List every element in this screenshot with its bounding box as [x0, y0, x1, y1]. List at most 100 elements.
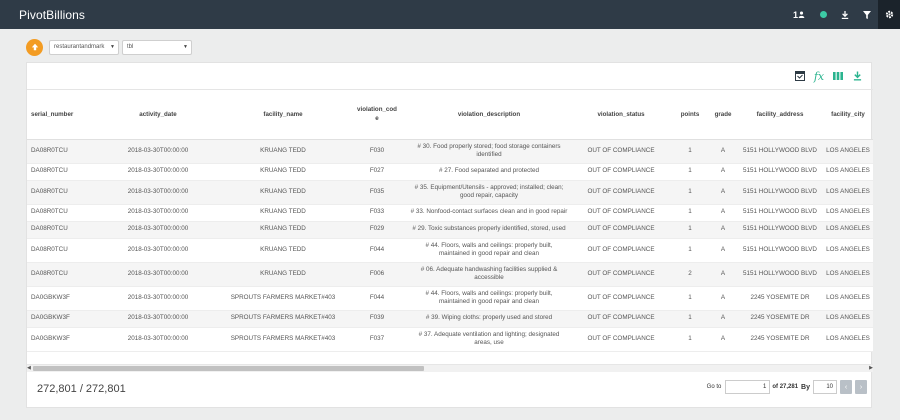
column-header[interactable]: facility_name	[219, 90, 347, 140]
table-cell-violation-description: # 30. Food properly stored; food storage…	[407, 139, 571, 164]
table-cell-facility-address: 5151 HOLLYWOOD BLVD	[737, 139, 823, 164]
table-row[interactable]: DA0GBKW3F 2018-03-30T00:00:00 SPROUTS FARM…	[27, 286, 873, 311]
column-header[interactable]: grade	[709, 90, 737, 140]
table-cell-facility-name: SPROUTS FARMERS MARKET#403	[219, 310, 347, 328]
table-cell-facility-name: KRUANG TEDD	[219, 180, 347, 205]
table-cell-violation-status: OUT OF COMPLIANCE	[571, 310, 671, 328]
table-cell-violation-code: F035	[347, 180, 407, 205]
status-indicator[interactable]	[812, 0, 834, 29]
table-cell-points: 2	[671, 262, 709, 287]
table-cell-facility-city: LOS ANGELES	[823, 139, 873, 164]
table-cell-activity-date: 2018-03-30T00:00:00	[97, 139, 219, 164]
table-cell-violation-status: OUT OF COMPLIANCE	[571, 286, 671, 311]
scrollbar-thumb[interactable]	[33, 366, 424, 371]
column-header[interactable]: facility_address	[737, 90, 823, 140]
export-button[interactable]	[849, 69, 865, 83]
table-cell-grade: A	[709, 221, 737, 239]
table-cell-violation-description: # 29. Toxic substances properly identifi…	[407, 221, 571, 239]
table-cell-facility-address: 5151 HOLLYWOOD BLVD	[737, 204, 823, 222]
scroll-right-icon[interactable]: ▶	[869, 365, 873, 371]
table-cell-activity-date: 2018-03-30T00:00:00	[97, 286, 219, 311]
goto-page-input[interactable]: 1	[725, 380, 771, 394]
table-row[interactable]: DA08R0TCU 2018-03-30T00:00:00 KRUANG TEDD F…	[27, 139, 873, 164]
column-header[interactable]: serial_number	[27, 90, 97, 140]
table-cell-violation-status: OUT OF COMPLIANCE	[571, 262, 671, 287]
table-row[interactable]: DA0GBKW3F 2018-03-30T00:00:00 SPROUTS FARM…	[27, 310, 873, 328]
table-cell-violation-code: F039	[347, 310, 407, 328]
table-cell-points: 1	[671, 327, 709, 352]
table-cell-violation-code: F044	[347, 238, 407, 263]
table-cell-violation-description: # 35. Equipment/Utensils - approved; ins…	[407, 180, 571, 205]
export-download-icon	[853, 71, 861, 81]
table-cell-activity-date: 2018-03-30T00:00:00	[97, 180, 219, 205]
table-cell-facility-city: LOS ANGELES	[823, 163, 873, 181]
table-cell-points: 1	[671, 221, 709, 239]
columns-icon	[833, 72, 843, 80]
table-header-row: serial_number activity_date facility_name v…	[27, 90, 873, 140]
top-navbar: PivotBillions 1	[0, 0, 900, 29]
download-button[interactable]	[834, 0, 856, 29]
table-cell-facility-city: LOS ANGELES	[823, 286, 873, 311]
table-cell-activity-date: 2018-03-30T00:00:00	[97, 327, 219, 352]
table-cell-violation-status: OUT OF COMPLIANCE	[571, 139, 671, 164]
table-cell-grade: A	[709, 163, 737, 181]
function-button[interactable]: fx	[811, 69, 827, 83]
source-select[interactable]: restaurantandmark ▼	[49, 39, 119, 55]
table-cell-facility-address: 5151 HOLLYWOOD BLVD	[737, 221, 823, 239]
table-row[interactable]: DA08R0TCU 2018-03-30T00:00:00 KRUANG TEDD F…	[27, 238, 873, 263]
table-cell-facility-name: KRUANG TEDD	[219, 139, 347, 164]
table-row[interactable]: DA08R0TCU 2018-03-30T00:00:00 KRUANG TEDD F…	[27, 221, 873, 239]
table-cell-facility-name: KRUANG TEDD	[219, 221, 347, 239]
table-cell-violation-code: F030	[347, 139, 407, 164]
table-cell-violation-description: # 44. Floors, walls and ceilings: proper…	[407, 286, 571, 311]
table-row[interactable]: DA0GBKW3F 2018-03-30T00:00:00 SPROUTS FARM…	[27, 327, 873, 352]
table-cell-grade: A	[709, 180, 737, 205]
settings-button[interactable]	[878, 0, 900, 29]
filter-button[interactable]	[856, 0, 878, 29]
chevron-down-icon: ▼	[183, 43, 188, 50]
table-row[interactable]: DA08R0TCU 2018-03-30T00:00:00 KRUANG TEDD F…	[27, 262, 873, 287]
table-cell-serial-number: DA0GBKW3F	[27, 310, 97, 328]
gear-icon	[885, 10, 893, 19]
column-header[interactable]: activity_date	[97, 90, 219, 140]
column-header[interactable]: violation_status	[571, 90, 671, 140]
table-select-value: tbl	[127, 44, 134, 50]
column-header[interactable]: violation_description	[407, 90, 571, 140]
table-cell-facility-city: LOS ANGELES	[823, 221, 873, 239]
user-count-button[interactable]: 1	[786, 0, 812, 29]
horizontal-scrollbar[interactable]: ◀ ▶	[27, 364, 873, 372]
table-row[interactable]: DA08R0TCU 2018-03-30T00:00:00 KRUANG TEDD F…	[27, 163, 873, 181]
table-cell-facility-address: 2245 YOSEMITE DR	[737, 310, 823, 328]
table-select[interactable]: tbl ▼	[122, 39, 192, 55]
table-cell-violation-code: F044	[347, 286, 407, 311]
source-select-value: restaurantandmark	[54, 44, 105, 50]
table-cell-violation-code: F027	[347, 163, 407, 181]
column-header[interactable]: points	[671, 90, 709, 140]
upload-button[interactable]	[26, 38, 43, 56]
column-header[interactable]: facility_city	[823, 90, 873, 140]
prev-page-button[interactable]: ‹	[840, 380, 852, 394]
next-page-button[interactable]: ›	[855, 380, 867, 394]
function-icon: fx	[813, 69, 825, 83]
goto-label: Go to	[706, 384, 722, 390]
column-header[interactable]: violation_code	[347, 90, 407, 140]
table-cell-facility-address: 2245 YOSEMITE DR	[737, 286, 823, 311]
page-size-input[interactable]: 10	[813, 380, 837, 394]
table-cell-violation-status: OUT OF COMPLIANCE	[571, 180, 671, 205]
table-cell-facility-city: LOS ANGELES	[823, 238, 873, 263]
table-row[interactable]: DA08R0TCU 2018-03-30T00:00:00 KRUANG TEDD F…	[27, 204, 873, 222]
table-cell-serial-number: DA08R0TCU	[27, 163, 97, 181]
scroll-left-icon[interactable]: ◀	[27, 365, 31, 371]
table-view-button[interactable]	[792, 69, 808, 83]
table-cell-serial-number: DA08R0TCU	[27, 262, 97, 287]
table-cell-serial-number: DA08R0TCU	[27, 221, 97, 239]
table-cell-grade: A	[709, 262, 737, 287]
page-size-label: By	[801, 383, 810, 391]
user-icon	[798, 11, 805, 18]
table-cell-points: 1	[671, 180, 709, 205]
columns-button[interactable]	[830, 69, 846, 83]
table-cell-violation-code: F006	[347, 262, 407, 287]
table-cell-serial-number: DA08R0TCU	[27, 180, 97, 205]
table-cell-violation-description: # 33. Nonfood-contact surfaces clean and…	[407, 204, 571, 222]
table-row[interactable]: DA08R0TCU 2018-03-30T00:00:00 KRUANG TEDD F…	[27, 180, 873, 205]
